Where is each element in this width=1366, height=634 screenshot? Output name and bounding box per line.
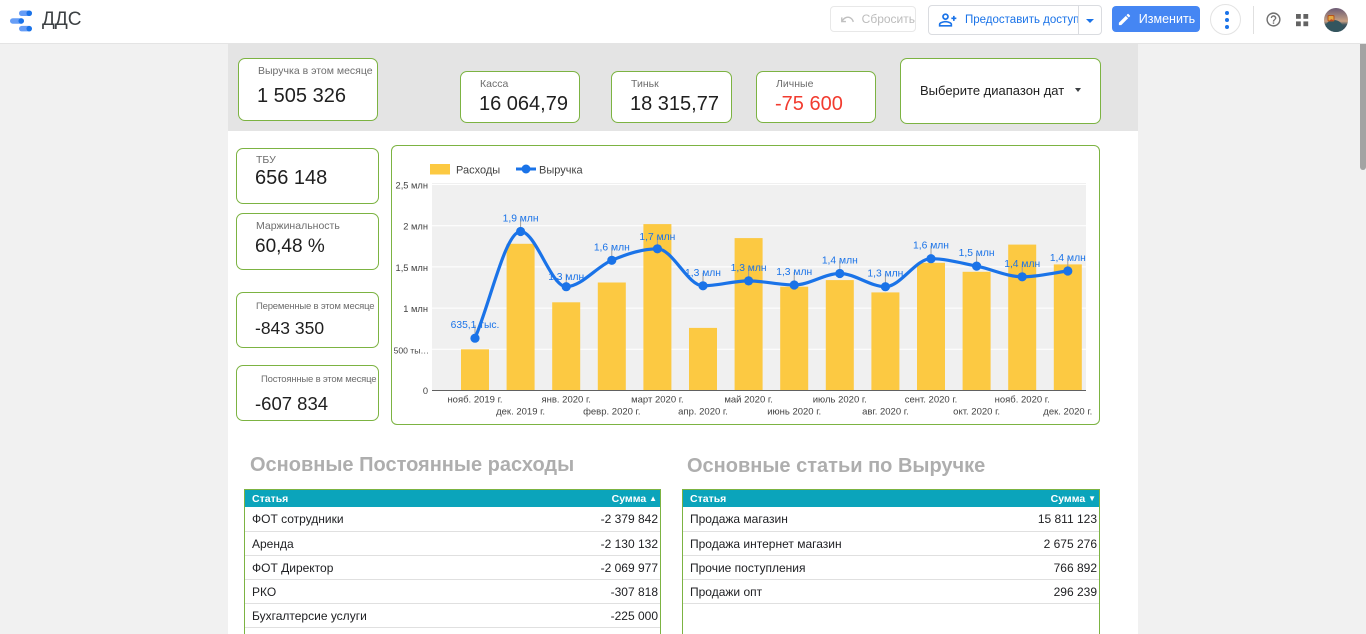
svg-text:сент. 2020 г.: сент. 2020 г.: [905, 395, 958, 406]
svg-text:1,6 млн: 1,6 млн: [913, 241, 949, 252]
svg-text:1,5 млн: 1,5 млн: [959, 248, 995, 259]
svg-text:1,3 млн: 1,3 млн: [731, 263, 767, 274]
svg-text:май 2020 г.: май 2020 г.: [724, 395, 772, 406]
svg-text:1,4 млн: 1,4 млн: [822, 256, 858, 267]
svg-text:2,5 млн: 2,5 млн: [396, 181, 428, 191]
svg-text:1,3 млн: 1,3 млн: [867, 269, 903, 280]
svg-text:апр. 2020 г.: апр. 2020 г.: [678, 407, 728, 418]
svg-text:1 млн: 1 млн: [403, 304, 428, 314]
svg-text:март 2020 г.: март 2020 г.: [631, 395, 684, 406]
svg-text:1,7 млн: 1,7 млн: [639, 232, 675, 243]
svg-text:февр. 2020 г.: февр. 2020 г.: [583, 407, 640, 418]
svg-text:июль 2020 г.: июль 2020 г.: [813, 395, 867, 406]
svg-text:янв. 2020 г.: янв. 2020 г.: [541, 395, 590, 406]
svg-text:Расходы: Расходы: [456, 165, 500, 177]
svg-text:1,6 млн: 1,6 млн: [594, 242, 630, 253]
svg-text:1,9 млн: 1,9 млн: [503, 214, 539, 225]
svg-text:окт. 2020 г.: окт. 2020 г.: [953, 407, 1000, 418]
svg-text:500 ты…: 500 ты…: [394, 345, 429, 355]
svg-text:дек. 2019 г.: дек. 2019 г.: [496, 407, 545, 418]
svg-text:1,3 млн: 1,3 млн: [685, 268, 721, 279]
svg-text:1,4 млн: 1,4 млн: [1004, 259, 1040, 270]
svg-text:0: 0: [423, 386, 428, 396]
svg-text:1,4 млн: 1,4 млн: [1050, 253, 1086, 264]
svg-text:635,1 тыс.: 635,1 тыс.: [451, 320, 500, 331]
svg-text:июнь 2020 г.: июнь 2020 г.: [767, 407, 821, 418]
svg-text:1,3 млн: 1,3 млн: [776, 267, 812, 278]
svg-text:Выручка: Выручка: [539, 165, 584, 177]
svg-text:2 млн: 2 млн: [403, 222, 428, 232]
svg-text:1,3 млн: 1,3 млн: [548, 272, 584, 283]
svg-text:нояб. 2019 г.: нояб. 2019 г.: [447, 395, 502, 406]
svg-text:авг. 2020 г.: авг. 2020 г.: [862, 407, 909, 418]
svg-text:дек. 2020 г.: дек. 2020 г.: [1043, 407, 1092, 418]
svg-text:1,5 млн: 1,5 млн: [396, 263, 428, 273]
svg-text:нояб. 2020 г.: нояб. 2020 г.: [995, 395, 1050, 406]
